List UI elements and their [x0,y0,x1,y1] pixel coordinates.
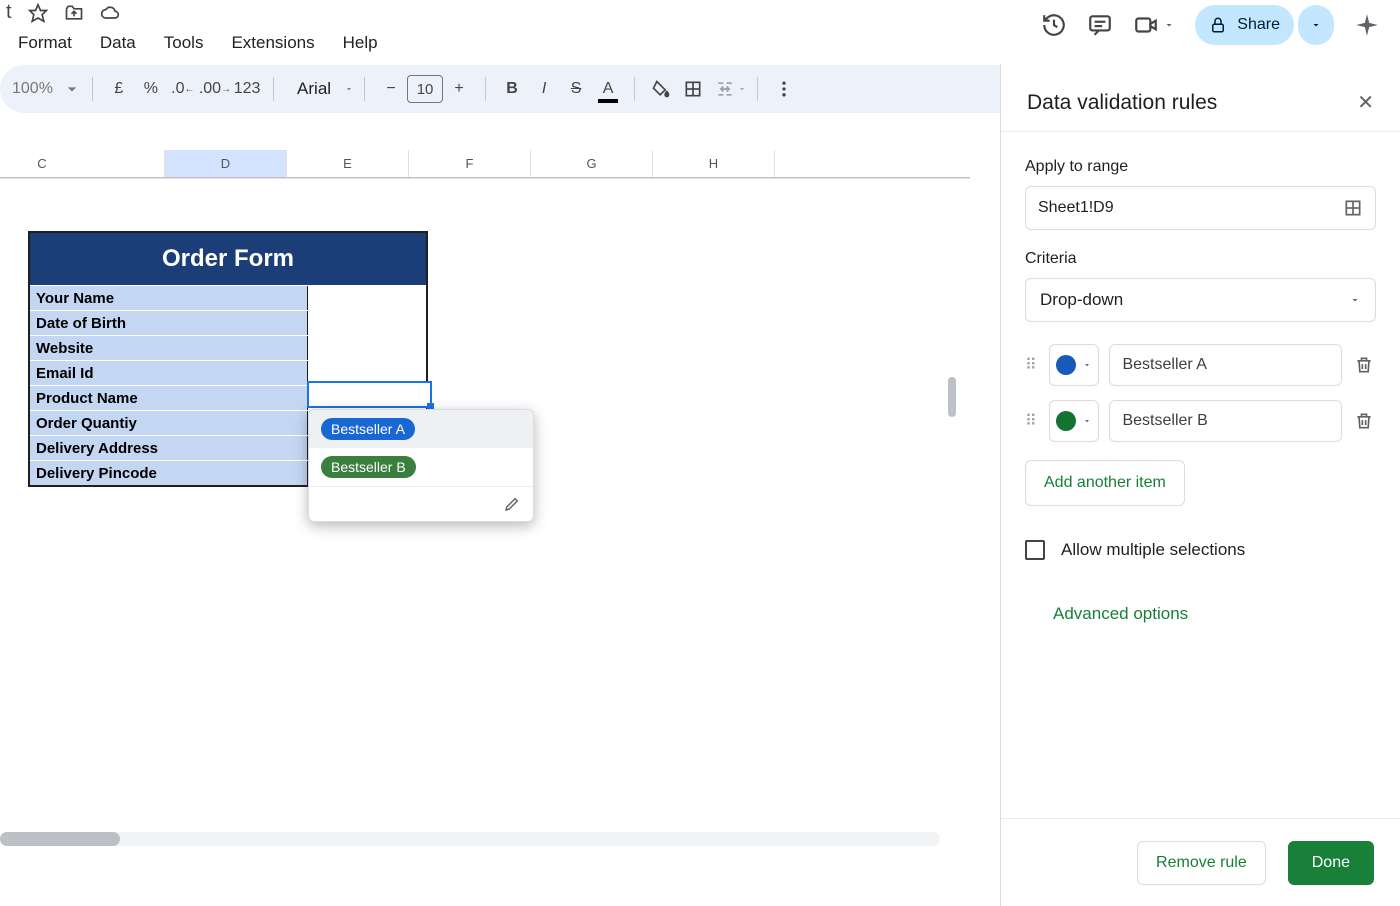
item-value-input[interactable] [1109,344,1342,386]
form-label: Product Name [30,386,308,410]
criteria-label: Criteria [1025,250,1376,268]
grid-icon[interactable] [1343,198,1363,218]
column-header[interactable]: G [531,150,653,177]
criteria-select[interactable]: Drop-down [1025,278,1376,322]
column-header[interactable]: H [653,150,775,177]
column-header[interactable]: F [409,150,531,177]
color-swatch [1056,411,1076,431]
form-label: Email Id [30,361,308,385]
apply-range-label: Apply to range [1025,158,1376,176]
data-validation-panel: Data validation rules ✕ Apply to range S… [1000,64,1400,906]
allow-multi-checkbox[interactable] [1025,540,1045,560]
font-size-increase[interactable]: + [443,73,475,105]
active-cell[interactable] [307,381,432,408]
comments-icon[interactable] [1087,12,1113,38]
doc-title-tail[interactable]: t [6,1,12,24]
caret-down-icon[interactable] [344,84,354,94]
column-header[interactable]: C [0,150,165,177]
form-label: Your Name [30,286,308,310]
form-label: Order Quantiy [30,411,308,435]
font-family-dropdown[interactable]: Arial [284,73,344,105]
dropdown-option[interactable]: Bestseller A [309,410,533,448]
dropdown-edit[interactable] [309,486,533,521]
horizontal-scrollbar[interactable] [0,832,940,846]
form-label: Date of Birth [30,311,308,335]
pencil-icon [503,495,521,513]
scroll-indicator[interactable] [948,377,956,417]
column-header[interactable]: E [287,150,409,177]
menu-tools[interactable]: Tools [164,33,204,53]
bold-button[interactable]: B [496,73,528,105]
currency-button[interactable]: £ [103,73,135,105]
column-headers: C D E F G H [0,150,970,178]
advanced-options-toggle[interactable]: Advanced options [1053,604,1376,624]
panel-title: Data validation rules [1027,91,1217,115]
font-size-decrease[interactable]: − [375,73,407,105]
remove-rule-button[interactable]: Remove rule [1137,841,1266,885]
form-label: Delivery Pincode [30,461,308,485]
menu-help[interactable]: Help [343,33,378,53]
form-title: Order Form [30,233,426,285]
more-button[interactable] [768,73,800,105]
share-label: Share [1237,16,1280,34]
dropdown-option[interactable]: Bestseller B [309,448,533,486]
caret-down-icon[interactable] [737,84,747,94]
borders-button[interactable] [677,73,709,105]
italic-button[interactable]: I [528,73,560,105]
delete-item-button[interactable] [1352,355,1376,375]
caret-down-icon [1349,294,1361,306]
meet-icon[interactable] [1133,12,1159,38]
percent-button[interactable]: % [135,73,167,105]
chip-label: Bestseller B [321,456,416,478]
increase-decimal-button[interactable]: .00→ [199,73,231,105]
form-label: Website [30,336,308,360]
number-format-button[interactable]: 123 [231,73,263,105]
menu-extensions[interactable]: Extensions [231,33,314,53]
range-input[interactable]: Sheet1!D9 [1025,186,1376,230]
star-icon[interactable] [28,3,48,23]
fill-color-button[interactable] [645,73,677,105]
history-icon[interactable] [1041,12,1067,38]
close-panel-button[interactable]: ✕ [1357,90,1374,115]
text-color-button[interactable]: A [592,73,624,105]
caret-down-icon[interactable] [1163,19,1175,31]
share-dropdown[interactable] [1298,5,1334,45]
cell-dropdown: Bestseller A Bestseller B [308,409,534,522]
chip-label: Bestseller A [321,418,415,440]
move-icon[interactable] [64,3,84,23]
cloud-status-icon[interactable] [100,3,120,23]
share-button[interactable]: Share [1195,5,1294,45]
allow-multi-label: Allow multiple selections [1061,540,1245,560]
delete-item-button[interactable] [1352,411,1376,431]
form-label: Delivery Address [30,436,308,460]
decrease-decimal-button[interactable]: .0← [167,73,199,105]
drag-handle-icon[interactable]: ⠿ [1025,411,1039,431]
add-item-button[interactable]: Add another item [1025,460,1185,506]
lock-icon [1209,16,1227,34]
trash-icon [1354,355,1374,375]
range-value: Sheet1!D9 [1038,199,1114,217]
form-cell[interactable] [308,336,426,360]
menu-format[interactable]: Format [18,33,72,53]
sheet-area[interactable]: C D E F G H Order Form Your Name Date of… [0,150,970,870]
trash-icon [1354,411,1374,431]
strikethrough-button[interactable]: S [560,73,592,105]
item-value-input[interactable] [1109,400,1342,442]
font-size-input[interactable]: 10 [407,75,443,103]
done-button[interactable]: Done [1288,841,1374,885]
drag-handle-icon[interactable]: ⠿ [1025,355,1039,375]
gemini-icon[interactable] [1354,12,1380,38]
zoom-dropdown[interactable]: 100% [12,73,82,105]
form-cell[interactable] [308,286,426,310]
criteria-item-row: ⠿ [1025,400,1376,442]
criteria-value: Drop-down [1040,290,1123,310]
criteria-item-row: ⠿ [1025,344,1376,386]
item-color-picker[interactable] [1049,344,1100,386]
scrollbar-thumb[interactable] [0,832,120,846]
menu-data[interactable]: Data [100,33,136,53]
column-header[interactable]: D [165,150,287,177]
item-color-picker[interactable] [1049,400,1100,442]
color-swatch [1056,355,1076,375]
form-cell[interactable] [308,311,426,335]
